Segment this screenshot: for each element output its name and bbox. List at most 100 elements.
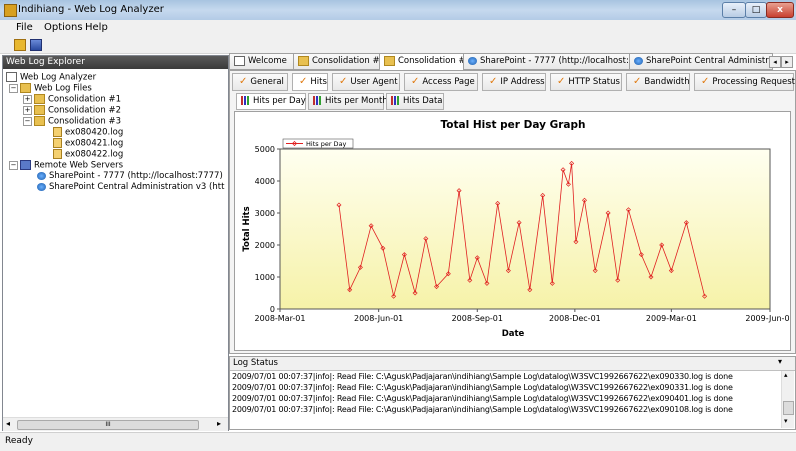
tab-http-status[interactable]: ✓ HTTP Status xyxy=(550,73,622,91)
status-bar: Ready xyxy=(0,432,796,451)
tree-server-label: SharePoint Central Administration v3 (ht… xyxy=(49,182,225,192)
tab-welcome-label: Welcome xyxy=(248,56,287,66)
tab-scroll-left-icon[interactable]: ◂ xyxy=(769,56,781,68)
collapse-icon[interactable]: − xyxy=(9,83,18,93)
tab-welcome[interactable]: Welcome xyxy=(229,53,297,70)
scroll-up-icon[interactable]: ▴ xyxy=(784,371,788,379)
tab-sharepoint-central-label: SharePoint Central Administration v xyxy=(646,56,773,66)
tree-remote-servers[interactable]: − Remote Web Servers xyxy=(9,160,123,171)
log-status-title: Log Status xyxy=(233,358,278,368)
tab-consolidation-1[interactable]: Consolidation #1 xyxy=(293,53,383,70)
collapse-icon[interactable]: − xyxy=(23,116,32,126)
tree-server-label: SharePoint - 7777 (http://localhost:7777… xyxy=(49,171,223,181)
folder-icon xyxy=(34,105,45,115)
log-file-icon xyxy=(53,138,62,148)
menu-options[interactable]: Options xyxy=(44,22,83,33)
x-tick-label: 2008-Mar-01 xyxy=(255,314,306,323)
scroll-left-icon[interactable]: ◂ xyxy=(6,419,10,428)
horizontal-scrollbar[interactable]: ◂ III ▸ xyxy=(3,417,228,431)
scroll-right-icon[interactable]: ▸ xyxy=(217,419,221,428)
log-line: 2009/07/01 00:07:37|info|: Read File: C:… xyxy=(232,372,733,381)
expand-icon[interactable]: + xyxy=(23,105,32,115)
dropdown-icon[interactable]: ▾ xyxy=(778,357,782,366)
explorer-header: Web Log Explorer xyxy=(3,56,228,69)
content-panel: ✓ General ✓ Hits ✓ User Agent ✓ Access Page … xyxy=(229,70,796,354)
toolbar xyxy=(0,36,796,54)
scroll-down-icon[interactable]: ▾ xyxy=(784,417,788,425)
menu-file[interactable]: File xyxy=(16,22,33,33)
legend-label: Hits per Day xyxy=(306,140,347,148)
tree-log-file[interactable]: ex080420.log xyxy=(53,127,123,138)
check-icon: ✓ xyxy=(557,76,566,87)
tab-bandwidth[interactable]: ✓ Bandwidth xyxy=(626,73,690,91)
tab-sharepoint-central[interactable]: SharePoint Central Administration v xyxy=(629,53,773,70)
log-line: 2009/07/01 00:07:37|info|: Read File: C:… xyxy=(232,394,733,403)
log-status-header: Log Status ▾ xyxy=(230,357,795,371)
tree-log-file-label: ex080422.log xyxy=(65,149,124,160)
tree-log-file[interactable]: ex080421.log xyxy=(53,138,123,149)
chart-icon xyxy=(234,55,245,66)
tab-processing-request[interactable]: ✓ Processing Request xyxy=(694,73,795,91)
tree-web-log-files[interactable]: − Web Log Files xyxy=(9,83,92,94)
open-log-icon[interactable] xyxy=(14,39,26,51)
tab-general[interactable]: ✓ General xyxy=(232,73,288,91)
log-scrollbar[interactable]: ▴ ▾ xyxy=(781,371,794,428)
x-tick-label: 2008-Jun-01 xyxy=(354,314,403,323)
chart-icon xyxy=(6,72,17,82)
tab-hits-per-day[interactable]: Hits per Day xyxy=(236,93,306,110)
legend: Hits per Day xyxy=(282,138,354,149)
tree-server[interactable]: SharePoint - 7777 (http://localhost:7777… xyxy=(37,171,223,182)
tab-access-page[interactable]: ✓ Access Page xyxy=(404,73,478,91)
tab-hits-label: Hits xyxy=(310,77,327,87)
expand-icon[interactable]: + xyxy=(23,94,32,104)
tab-hits-per-month-label: Hits per Month xyxy=(325,96,388,106)
status-text: Ready xyxy=(5,436,33,446)
check-icon: ✓ xyxy=(299,76,308,87)
tree-log-file[interactable]: ex080422.log xyxy=(53,149,123,160)
servers-icon xyxy=(20,160,31,170)
title-bar: Indihiang - Web Log Analyzer – □ x xyxy=(0,0,796,21)
globe-icon xyxy=(37,171,46,180)
tab-consolidation-2[interactable]: Consolidation #2 xyxy=(379,53,467,71)
tab-hits-data-label: Hits Data xyxy=(403,96,443,106)
check-icon: ✓ xyxy=(489,76,498,87)
log-line: 2009/07/01 00:07:37|info|: Read File: C:… xyxy=(232,405,733,414)
collapse-icon[interactable]: − xyxy=(9,160,18,170)
tree-remote-servers-label: Remote Web Servers xyxy=(34,160,124,171)
scroll-thumb[interactable] xyxy=(783,401,794,415)
scroll-thumb[interactable]: III xyxy=(17,420,199,430)
y-tick-label: 3000 xyxy=(255,209,275,218)
tab-hits[interactable]: ✓ Hits xyxy=(292,73,328,91)
tab-ip-address[interactable]: ✓ IP Address xyxy=(482,73,546,91)
check-icon: ✓ xyxy=(633,76,642,87)
tree-consolidation-2[interactable]: + Consolidation #2 xyxy=(23,105,121,116)
tree-consolidation-3[interactable]: − Consolidation #3 xyxy=(23,116,121,127)
tab-hits-data[interactable]: Hits Data xyxy=(386,93,444,110)
maximize-button[interactable]: □ xyxy=(745,2,767,18)
y-tick-label: 4000 xyxy=(255,177,275,186)
tree-root[interactable]: Web Log Analyzer xyxy=(6,72,96,83)
close-button[interactable]: x xyxy=(766,2,794,18)
tree-log-file-label: ex080421.log xyxy=(65,138,124,149)
chart-title: Total Hist per Day Graph xyxy=(441,119,586,131)
tab-sharepoint-7777[interactable]: SharePoint - 7777 (http://localhost:7777… xyxy=(463,53,633,70)
x-tick-label: 2008-Dec-01 xyxy=(549,314,601,323)
tree-server[interactable]: SharePoint Central Administration v3 (ht… xyxy=(37,182,225,193)
folder-icon xyxy=(20,83,31,93)
server-icon[interactable] xyxy=(30,39,42,51)
tab-consolidation-2-label: Consolidation #2 xyxy=(398,56,467,66)
tab-access-page-label: Access Page xyxy=(422,77,475,87)
web-log-explorer: Web Log Explorer Web Log Analyzer − Web L… xyxy=(2,55,229,431)
tree-consolidation-1[interactable]: + Consolidation #1 xyxy=(23,94,121,105)
tab-user-agent[interactable]: ✓ User Agent xyxy=(332,73,400,91)
menu-help[interactable]: Help xyxy=(85,22,108,33)
tab-scroll-right-icon[interactable]: ▸ xyxy=(781,56,793,68)
y-axis-label: Total Hits xyxy=(242,206,252,251)
tab-hits-per-month[interactable]: Hits per Month xyxy=(308,93,388,110)
log-file-icon xyxy=(53,127,62,137)
folder-icon xyxy=(34,94,45,104)
tree-root-label: Web Log Analyzer xyxy=(20,72,97,83)
tab-general-label: General xyxy=(250,77,284,87)
y-tick-label: 5000 xyxy=(255,145,275,154)
minimize-button[interactable]: – xyxy=(722,2,746,18)
